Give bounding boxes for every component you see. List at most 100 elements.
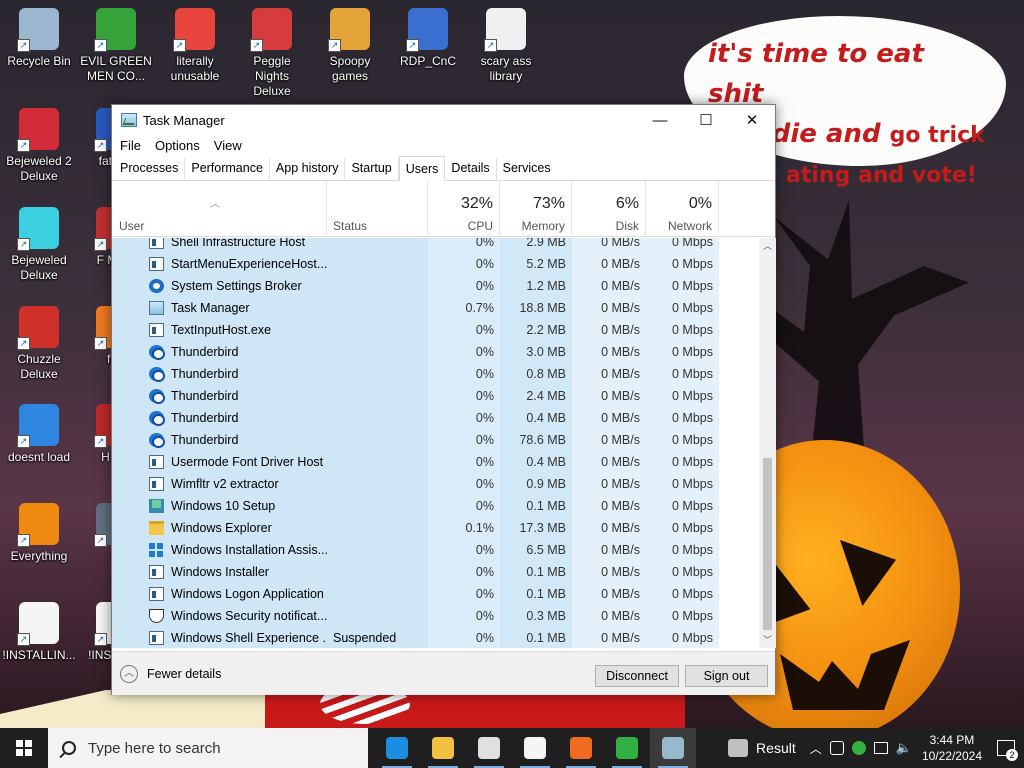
sign-out-button[interactable]: Sign out — [685, 665, 768, 687]
column-header-memory[interactable]: 73% Memory — [500, 181, 572, 237]
desktop-icon-label: RDP_CnC — [399, 54, 456, 68]
taskbar-edge-button[interactable] — [374, 728, 420, 768]
process-row[interactable]: Thunderbird 0% 0.8 MB 0 MB/s 0 Mbps — [112, 363, 759, 385]
process-status — [327, 605, 428, 627]
process-disk: 0 MB/s — [572, 583, 646, 605]
process-row[interactable]: Thunderbird 0% 3.0 MB 0 MB/s 0 Mbps — [112, 341, 759, 363]
desktop-icon[interactable]: ↗ Peggle Nights Deluxe — [235, 8, 309, 99]
minimize-button[interactable]: — — [637, 105, 683, 135]
taskbar-mail-button[interactable] — [512, 728, 558, 768]
desktop-icon[interactable]: ↗ Bejeweled 2 Deluxe — [2, 108, 76, 184]
tb-icon — [149, 433, 165, 448]
menu-options[interactable]: Options — [155, 138, 200, 153]
scroll-down-icon[interactable]: ﹀ — [759, 632, 776, 648]
taskbar-firefox-button[interactable] — [558, 728, 604, 768]
process-row[interactable]: Windows Shell Experience ... Suspended 0% 0… — [112, 627, 759, 648]
column-header-disk[interactable]: 6% Disk — [572, 181, 646, 237]
taskbar-green-men-button[interactable] — [604, 728, 650, 768]
maximize-button[interactable]: ☐ — [683, 105, 729, 135]
column-header-status[interactable]: Status — [327, 181, 428, 237]
process-row[interactable]: Thunderbird 0% 78.6 MB 0 MB/s 0 Mbps — [112, 429, 759, 451]
network-icon[interactable] — [873, 742, 888, 754]
process-row[interactable]: Windows Installer 0% 0.1 MB 0 MB/s 0 Mbps — [112, 561, 759, 583]
desktop-icon[interactable]: ↗ doesnt load — [2, 404, 76, 465]
process-memory: 6.5 MB — [500, 539, 572, 561]
desktop-icon-label: Peggle Nights Deluxe — [253, 54, 291, 98]
desktop-icon[interactable]: ↗ Bejeweled Deluxe — [2, 207, 76, 283]
notification-button[interactable]: 2 — [988, 728, 1024, 768]
desktop-icon-label: Recycle Bin — [7, 54, 71, 68]
shortcut-arrow-icon: ↗ — [17, 238, 30, 251]
process-status — [327, 539, 428, 561]
process-name: Usermode Font Driver Host — [112, 451, 327, 473]
process-row[interactable]: Windows Explorer 0.1% 17.3 MB 0 MB/s 0 Mbps — [112, 517, 759, 539]
tab-users[interactable]: Users — [398, 156, 446, 181]
taskbar-store-button[interactable] — [466, 728, 512, 768]
pinned-apps — [374, 728, 696, 768]
column-header-user[interactable]: ︿ User — [112, 181, 327, 237]
scroll-thumb[interactable] — [763, 458, 772, 630]
process-name: System Settings Broker — [112, 275, 327, 297]
scroll-up-icon[interactable]: ︿ — [759, 238, 776, 254]
process-row[interactable]: System Settings Broker 0% 1.2 MB 0 MB/s 0 Mb… — [112, 275, 759, 297]
shortcut-arrow-icon: ↗ — [17, 337, 30, 350]
desktop-icon-label: Spoopy games — [329, 54, 371, 83]
start-button[interactable] — [0, 728, 48, 768]
tab-app-history[interactable]: App history — [270, 158, 346, 180]
process-row[interactable]: Task Manager 0.7% 18.8 MB 0 MB/s 0 Mbps — [112, 297, 759, 319]
process-row[interactable]: StartMenuExperienceHost.... 0% 5.2 MB 0 MB/… — [112, 253, 759, 275]
shortcut-arrow-icon: ↗ — [94, 534, 107, 547]
desktop-icon[interactable]: ↗ Spoopy games — [313, 8, 387, 84]
process-disk: 0 MB/s — [572, 275, 646, 297]
search-box[interactable]: Type here to search — [48, 728, 368, 768]
process-row[interactable]: Thunderbird 0% 0.4 MB 0 MB/s 0 Mbps — [112, 407, 759, 429]
process-row[interactable]: Usermode Font Driver Host 0% 0.4 MB 0 MB/s 0… — [112, 451, 759, 473]
volume-icon[interactable]: 🔈 — [896, 740, 912, 756]
tab-services[interactable]: Services — [497, 158, 557, 180]
tab-performance[interactable]: Performance — [185, 158, 270, 180]
process-row[interactable]: Wimfltr v2 extractor 0% 0.9 MB 0 MB/s 0 Mbps — [112, 473, 759, 495]
column-header-cpu[interactable]: 32% CPU — [428, 181, 500, 237]
process-row[interactable]: Windows Security notificat... 0% 0.3 MB 0 M… — [112, 605, 759, 627]
desktop-icon[interactable]: ↗ Chuzzle Deluxe — [2, 306, 76, 382]
process-row[interactable]: TextInputHost.exe 0% 2.2 MB 0 MB/s 0 Mbps — [112, 319, 759, 341]
news-icon[interactable] — [728, 739, 749, 757]
shortcut-icon: ↗ — [94, 8, 136, 52]
taskbar-file-explorer-button[interactable] — [420, 728, 466, 768]
process-row[interactable]: Thunderbird 0% 2.4 MB 0 MB/s 0 Mbps — [112, 385, 759, 407]
taskbar-task-manager-button[interactable] — [650, 728, 696, 768]
shortcut-icon: ↗ — [17, 108, 59, 152]
system-tray: Result ︿ 🔈 3:44 PM 10/22/2024 2 — [728, 728, 1024, 768]
tab-processes[interactable]: Processes — [114, 158, 186, 180]
menu-file[interactable]: File — [120, 138, 141, 153]
process-cpu: 0% — [428, 539, 500, 561]
desktop-icon[interactable]: ↗ Everything — [2, 503, 76, 564]
desktop-icon[interactable]: ↗ scary ass library — [469, 8, 543, 84]
desktop-icon[interactable]: ↗ literally unusable — [158, 8, 232, 84]
process-row[interactable]: Shell Infrastructure Host 0% 2.9 MB 0 MB/s 0… — [112, 238, 759, 253]
process-row[interactable]: Windows Installation Assis... 0% 6.5 MB 0 M… — [112, 539, 759, 561]
tab-startup[interactable]: Startup — [345, 158, 399, 180]
fewer-details-toggle[interactable]: ︿ Fewer details — [120, 665, 221, 683]
desktop-icon[interactable]: ↗ RDP_CnC — [391, 8, 465, 69]
menu-view[interactable]: View — [214, 138, 242, 153]
weather-widget[interactable]: Result — [756, 740, 796, 756]
process-row[interactable]: Windows 10 Setup 0% 0.1 MB 0 MB/s 0 Mbps — [112, 495, 759, 517]
desktop-icon[interactable]: ↗ EVIL GREEN MEN CO... — [79, 8, 153, 84]
vertical-scrollbar[interactable]: ︿ ﹀ — [759, 238, 776, 648]
chevron-up-icon[interactable]: ︿ — [810, 740, 822, 757]
process-memory: 0.1 MB — [500, 583, 572, 605]
green-men-tray-icon[interactable] — [851, 741, 866, 755]
desktop-icon[interactable]: ↗ Recycle Bin — [2, 8, 76, 69]
desktop-icon[interactable]: ↗ !INSTALLIN... — [2, 602, 76, 663]
process-status — [327, 583, 428, 605]
disconnect-button[interactable]: Disconnect — [595, 665, 679, 687]
title-bar[interactable]: Task Manager — ☐ ✕ — [112, 105, 775, 135]
taskbar: Type here to search Result ︿ 🔈 3:44 PM 1… — [0, 728, 1024, 768]
process-row[interactable]: Windows Logon Application 0% 0.1 MB 0 MB/s 0… — [112, 583, 759, 605]
column-header-network[interactable]: 0% Network — [646, 181, 719, 237]
clock[interactable]: 3:44 PM 10/22/2024 — [922, 732, 982, 764]
device-icon[interactable] — [829, 741, 844, 755]
tab-details[interactable]: Details — [445, 158, 497, 180]
close-button[interactable]: ✕ — [729, 105, 775, 135]
